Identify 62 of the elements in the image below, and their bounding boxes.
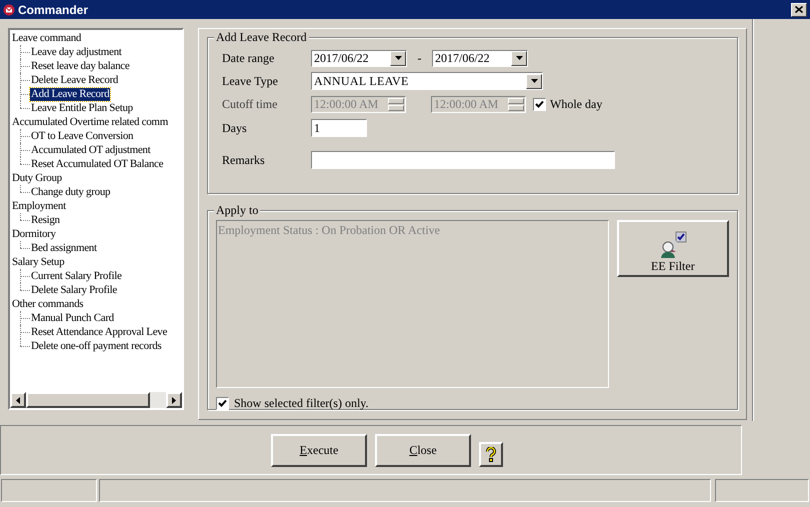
remarks-field[interactable] bbox=[311, 151, 615, 169]
action-button[interactable]: Execute bbox=[271, 434, 367, 466]
checkbox[interactable] bbox=[533, 98, 546, 110]
tree-item[interactable]: Accumulated OT adjustment bbox=[30, 144, 152, 156]
tree-item[interactable]: Employment bbox=[11, 200, 67, 212]
scroll-right-button[interactable] bbox=[166, 392, 182, 408]
tree-item[interactable]: Leave command bbox=[11, 32, 82, 44]
group-title: Apply to bbox=[214, 203, 260, 217]
help-button[interactable] bbox=[479, 442, 503, 466]
leave-type-dropdown[interactable]: ANNUAL LEAVE bbox=[311, 72, 543, 90]
filter-text: Employment Status : On Probation OR Active bbox=[218, 223, 440, 237]
field-label: Leave Type bbox=[222, 73, 279, 90]
tree-item[interactable]: Leave Entitle Plan Setup bbox=[30, 102, 134, 114]
date-field[interactable]: 2017/06/22 bbox=[311, 50, 407, 66]
group-title: Add Leave Record bbox=[214, 30, 309, 44]
tree-item[interactable]: Other commands bbox=[11, 298, 84, 310]
field-label: Days bbox=[222, 120, 248, 137]
field-label: Date range bbox=[222, 50, 276, 67]
down-arrow-icon bbox=[530, 79, 538, 83]
scroll-left-button[interactable] bbox=[10, 392, 26, 408]
tree-item[interactable]: Bed assignment bbox=[30, 242, 98, 254]
tree-item[interactable]: Accumulated Overtime related comm bbox=[11, 116, 169, 128]
tree-item[interactable]: Delete Leave Record bbox=[30, 74, 120, 86]
checkbox-label: Show selected filter(s) only. bbox=[234, 395, 369, 412]
left-arrow-icon bbox=[16, 396, 20, 404]
tree-item[interactable]: Leave day adjustment bbox=[30, 46, 123, 58]
date-field[interactable]: 2017/06/22 bbox=[432, 50, 528, 66]
tree-item[interactable]: Current Salary Profile bbox=[30, 270, 123, 282]
dropdown-button[interactable] bbox=[511, 50, 527, 66]
app-icon bbox=[3, 4, 15, 16]
tree-item[interactable]: Manual Punch Card bbox=[30, 312, 115, 324]
question-mark-icon bbox=[486, 446, 496, 462]
ee-filter-button[interactable]: EE Filter bbox=[616, 220, 729, 277]
tree-item[interactable]: Delete Salary Profile bbox=[30, 284, 118, 296]
tree-item[interactable]: Resign bbox=[30, 214, 61, 226]
tree-item[interactable]: Salary Setup bbox=[11, 256, 66, 268]
tree-item[interactable]: Reset Accumulated OT Balance bbox=[30, 158, 164, 170]
days-field[interactable]: 1 bbox=[311, 119, 367, 137]
close-icon bbox=[795, 6, 803, 13]
down-arrow-icon bbox=[394, 56, 402, 60]
window-title: Commander bbox=[18, 2, 90, 18]
tree-item[interactable]: Delete one-off payment records bbox=[30, 340, 162, 352]
tree-item[interactable]: Dormitory bbox=[11, 228, 57, 240]
right-arrow-icon bbox=[172, 396, 176, 404]
field-label: Cutoff time bbox=[222, 96, 278, 113]
tree-item[interactable]: Reset leave day balance bbox=[30, 60, 130, 72]
horizontal-scrollbar[interactable] bbox=[10, 392, 182, 408]
tree-item[interactable]: Duty Group bbox=[11, 172, 63, 184]
tree-item[interactable]: OT to Leave Conversion bbox=[30, 130, 134, 142]
dropdown-button[interactable] bbox=[526, 74, 542, 88]
down-arrow-icon bbox=[516, 56, 522, 60]
tree-item[interactable]: Reset Attendance Approval Leve bbox=[30, 326, 168, 338]
action-button[interactable]: Close bbox=[375, 434, 471, 466]
checkbox[interactable] bbox=[216, 396, 229, 410]
dropdown-button[interactable] bbox=[390, 50, 406, 66]
tree-item[interactable]: Change duty group bbox=[30, 186, 112, 198]
scroll-thumb[interactable] bbox=[26, 392, 150, 408]
range-separator: - bbox=[416, 50, 422, 67]
tree-item[interactable]: Add Leave Record bbox=[30, 88, 110, 100]
checkbox-label: Whole day bbox=[550, 96, 602, 113]
close-button[interactable] bbox=[791, 2, 807, 16]
field-label: Remarks bbox=[222, 152, 266, 169]
